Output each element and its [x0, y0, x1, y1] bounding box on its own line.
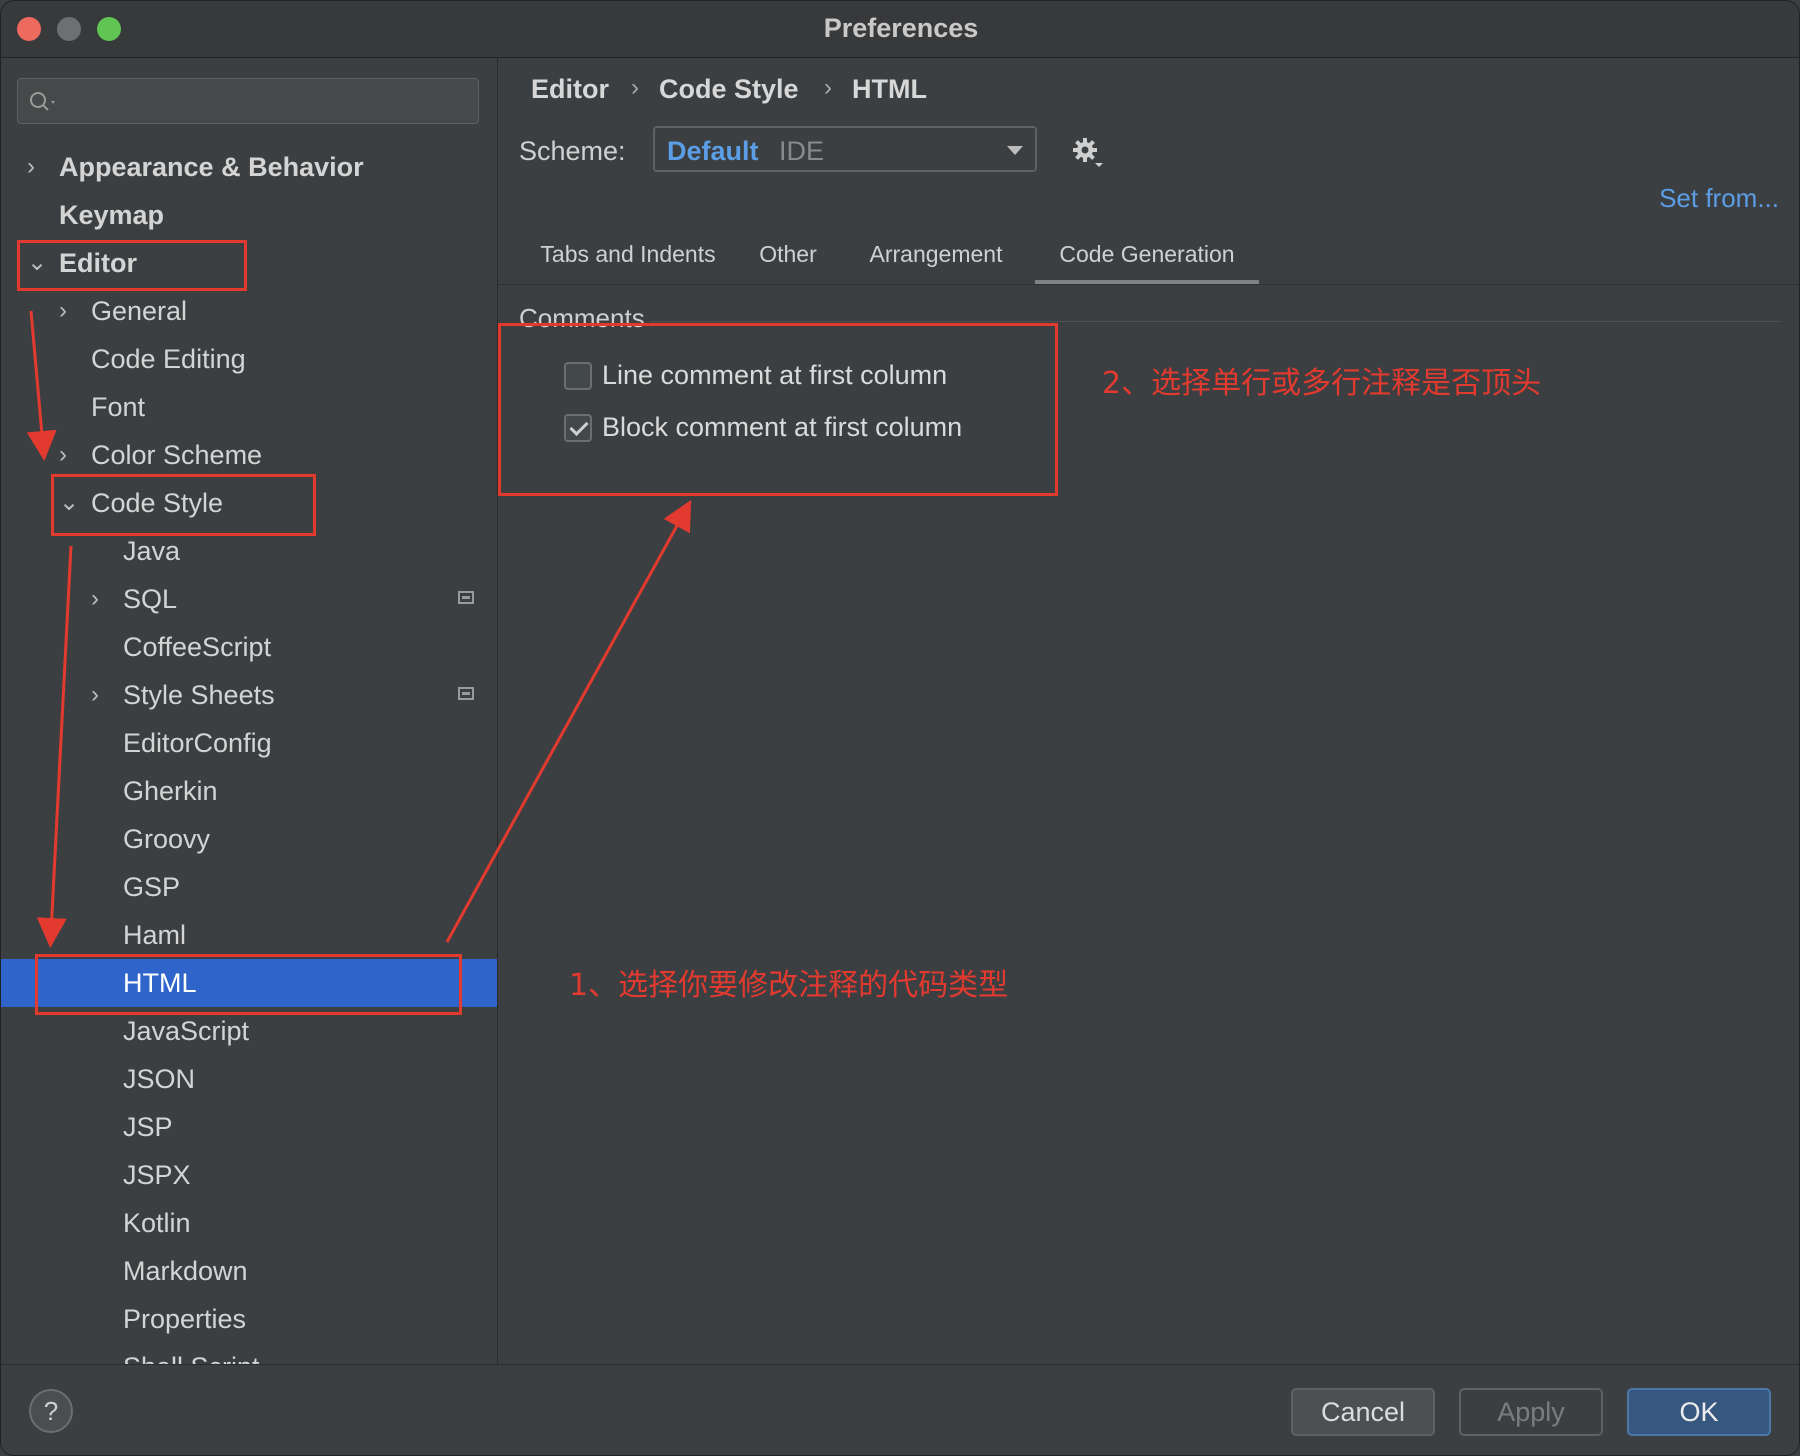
- annotation-arrow-editor-to-code-style: [26, 310, 57, 461]
- annotation-step2-text: 2、选择单行或多行注释是否顶头: [1102, 366, 1542, 401]
- annotation-arrow-html-to-comments: [445, 499, 692, 943]
- annotation-arrows: [26, 310, 692, 948]
- preferences-window: Preferences › Appearance & Behavior Keym…: [0, 0, 1800, 1456]
- annotation-arrow-code-style-to-html: [36, 545, 73, 948]
- annotation-step1-text: 1、选择你要修改注释的代码类型: [569, 968, 1009, 1003]
